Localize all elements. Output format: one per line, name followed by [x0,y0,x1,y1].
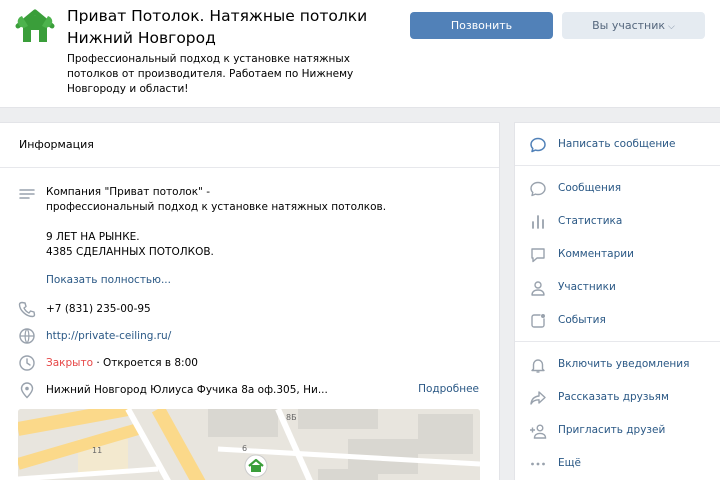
divider [515,165,720,166]
info-heading: Информация [0,123,499,168]
bell-icon [529,356,547,374]
sidebar-item-label: Сообщения [558,182,622,194]
clock-icon [18,354,36,372]
message-bubble-icon [529,136,547,154]
more-button[interactable]: Ещё [515,449,720,479]
community-description: Профессиональный подход к установке натя… [67,53,354,95]
location-map[interactable]: 8Б 11 6 [18,409,480,480]
sidebar-action-label: Пригласить друзей [558,424,666,436]
enable-notifications-button[interactable]: Включить уведомления [515,350,720,380]
map-label: 8Б [286,413,297,422]
sidebar-item-members[interactable]: Участники [515,273,720,303]
info-card: Информация Компания "Приват потолок" - п… [0,122,500,480]
member-dropdown-button[interactable]: Вы участник ⌵ [562,12,705,39]
show-more-link[interactable]: Показать полностью... [46,273,171,288]
chat-bubble-icon [529,180,547,198]
status-opens: · Откроется в 8:00 [93,357,198,369]
comment-icon [529,246,547,264]
map-marker-icon [244,454,268,478]
bar-chart-icon [529,213,547,231]
globe-icon [18,327,36,345]
invite-friends-button[interactable]: Пригласить друзей [515,416,720,446]
location-pin-icon [18,381,36,399]
share-button[interactable]: Рассказать друзьям [515,383,720,413]
write-message-label: Написать сообщение [558,138,676,150]
map-label: 11 [92,446,102,455]
map-label: 6 [242,444,247,453]
chevron-down-icon: ⌵ [668,22,675,32]
address-text: Нижний Новгород Юлиуса Фучика 8а оф.305,… [46,384,328,396]
sidebar-item-statistics[interactable]: Статистика [515,207,720,237]
status-closed: Закрыто [46,357,94,369]
sidebar-item-label: Участники [558,281,616,293]
sidebar-item-comments[interactable]: Комментарии [515,240,720,270]
share-arrow-icon [529,389,547,407]
sidebar-item-label: Статистика [558,215,623,227]
sidebar-item-label: События [558,314,606,326]
divider [515,341,720,342]
text-lines-icon [18,186,36,204]
website-link[interactable]: http://private-ceiling.ru/ [46,329,171,344]
phone-number[interactable]: +7 (831) 235-00-95 [46,302,151,317]
call-button[interactable]: Позвонить [410,12,553,39]
event-icon [529,312,547,330]
sidebar-action-label: Ещё [558,457,581,469]
address-more-link[interactable]: Подробнее [418,383,479,395]
sidebar-action-label: Включить уведомления [558,358,690,370]
user-icon [529,279,547,297]
phone-icon [18,300,36,318]
community-header: Приват Потолок. Натяжные потолки Нижний … [0,0,720,108]
more-dots-icon [529,455,547,473]
about-text: Компания "Приват потолок" - профессионал… [46,186,387,258]
sidebar-item-messages[interactable]: Сообщения [515,174,720,204]
actions-sidebar: Написать сообщение Сообщения Статистика … [514,122,720,480]
sidebar-item-events[interactable]: События [515,306,720,336]
sidebar-action-label: Рассказать друзьям [558,391,669,403]
sidebar-item-label: Комментарии [558,248,634,260]
opening-hours[interactable]: Закрыто · Откроется в 8:00 [46,356,198,371]
call-button-label: Позвонить [450,19,513,32]
community-logo-icon[interactable] [14,8,56,44]
add-user-icon [529,422,547,440]
write-message-button[interactable]: Написать сообщение [515,130,720,160]
page-title: Приват Потолок. Натяжные потолки Нижний … [67,7,368,47]
member-button-label: Вы участник [592,19,666,32]
